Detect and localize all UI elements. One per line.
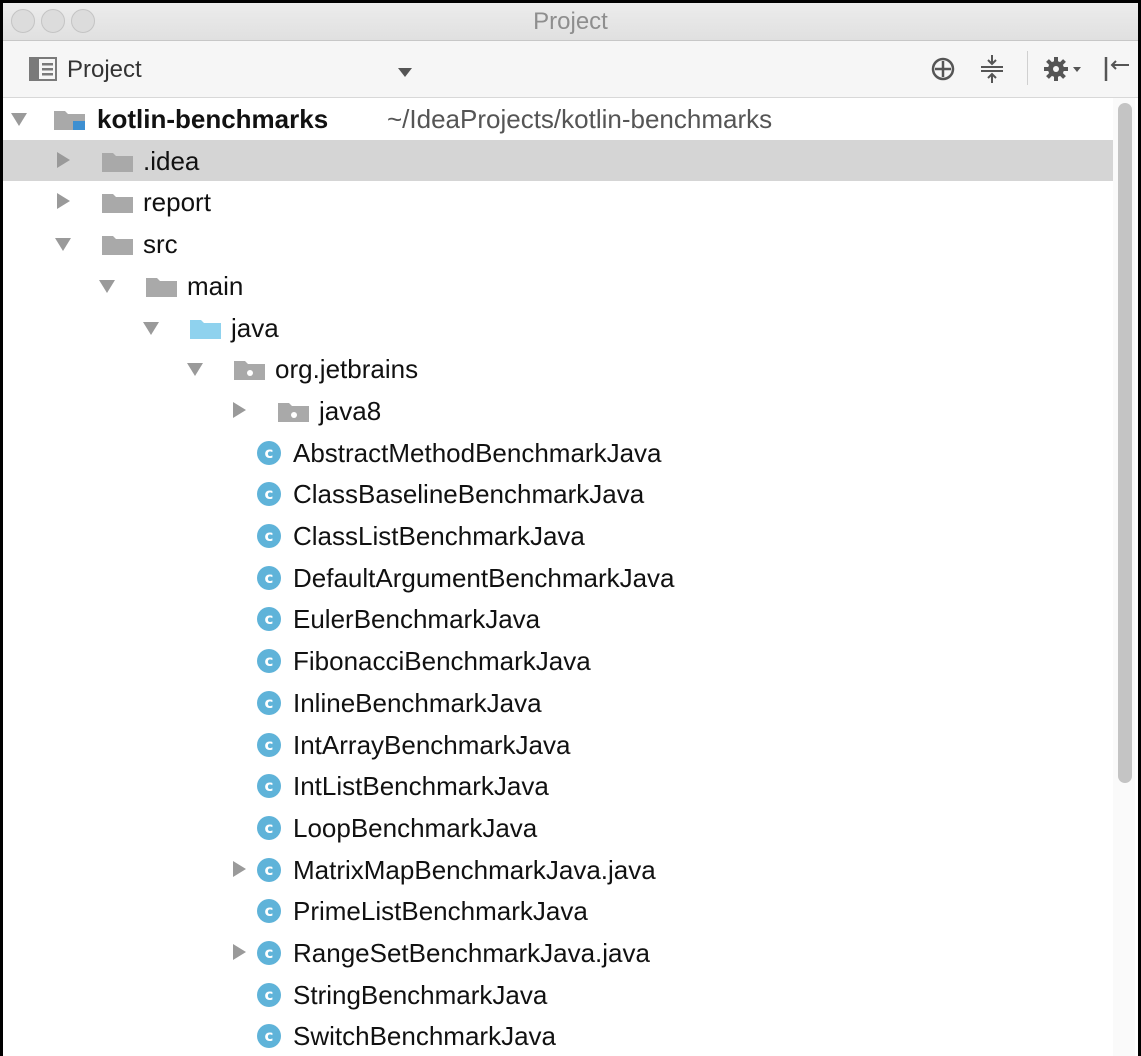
expand-arrow-icon[interactable] <box>11 113 27 126</box>
tree-folder-row[interactable]: java8 <box>3 390 1114 431</box>
expand-arrow-icon[interactable] <box>233 401 246 418</box>
class-icon: c <box>257 941 281 965</box>
toolbar-separator <box>1027 51 1028 85</box>
dropdown-arrow-icon[interactable] <box>398 68 412 77</box>
class-icon: c <box>257 1024 281 1049</box>
tree-item-label: ClassBaselineBenchmarkJava <box>293 479 645 510</box>
locate-icon[interactable] <box>930 56 956 82</box>
title-bar: Project <box>3 3 1138 41</box>
tree-item-label: IntArrayBenchmarkJava <box>293 729 571 760</box>
module-folder-icon <box>54 111 85 130</box>
collapse-arrow-icon[interactable] <box>99 279 115 293</box>
tree-root-row[interactable]: kotlin-benchmarks ~/IdeaProjects/kotlin-… <box>3 98 1114 139</box>
class-icon: c <box>257 899 281 924</box>
tree-class-row[interactable]: c ClassListBenchmarkJava <box>3 515 1114 556</box>
folder-icon <box>102 152 133 172</box>
tree-class-row[interactable]: c RangeSetBenchmarkJava.java <box>3 932 1114 973</box>
tree-item-label: FibonacciBenchmarkJava <box>293 646 591 677</box>
folder-icon <box>102 236 133 256</box>
scrollbar-thumb[interactable] <box>1118 103 1132 783</box>
tree-folder-row[interactable]: report <box>3 181 1114 222</box>
collapse-arrow-icon[interactable] <box>55 238 71 252</box>
class-icon: c <box>257 774 281 799</box>
tree-item-label: IntListBenchmarkJava <box>293 771 549 802</box>
tree-class-row[interactable]: c EulerBenchmarkJava <box>3 598 1114 639</box>
tree-item-label: ClassListBenchmarkJava <box>293 521 585 551</box>
root-module-name: kotlin-benchmarks <box>97 104 329 134</box>
class-icon: c <box>257 690 281 715</box>
expand-arrow-icon[interactable] <box>57 193 70 210</box>
tree-item-label: MatrixMapBenchmarkJava.java <box>293 854 656 885</box>
expand-arrow-icon[interactable] <box>233 944 246 960</box>
tree-item-label: DefaultArgumentBenchmarkJava <box>293 562 675 593</box>
class-icon: c <box>257 649 281 674</box>
toolbar: Project <box>3 41 1138 98</box>
tree-item-label: SwitchBenchmarkJava <box>293 1021 556 1052</box>
expand-arrow-icon[interactable] <box>233 860 246 877</box>
package-icon <box>278 402 309 422</box>
tree-item-label: InlineBenchmarkJava <box>293 687 542 718</box>
tree-folder-row[interactable]: src <box>3 223 1114 264</box>
tree-item-label: PrimeListBenchmarkJava <box>293 896 588 927</box>
tree-class-row[interactable]: c SwitchBenchmarkJava <box>3 1015 1114 1056</box>
project-view-icon <box>29 57 57 81</box>
tree-item-label: StringBenchmarkJava <box>293 979 548 1010</box>
tree-class-row[interactable]: c LoopBenchmarkJava <box>3 807 1114 848</box>
tree-item-label: report <box>143 187 211 218</box>
tree-folder-row[interactable]: main <box>3 265 1114 306</box>
tree-item-label: src <box>143 229 178 260</box>
root-module-path: ~/IdeaProjects/kotlin-benchmarks <box>387 104 773 134</box>
tree-class-row[interactable]: c PrimeListBenchmarkJava <box>3 890 1114 931</box>
tree-class-row[interactable]: c ClassBaselineBenchmarkJava <box>3 473 1114 514</box>
class-icon: c <box>257 440 281 465</box>
class-icon: c <box>257 815 281 840</box>
package-icon <box>234 361 265 381</box>
tree-class-row[interactable]: c AbstractMethodBenchmarkJava <box>3 432 1114 473</box>
tree-class-row[interactable]: c IntListBenchmarkJava <box>3 765 1114 806</box>
class-icon: c <box>257 607 281 632</box>
tree-item-label: RangeSetBenchmarkJava.java <box>293 938 650 968</box>
tree-item-label: LoopBenchmarkJava <box>293 812 538 843</box>
project-tool-window: Project Project kotlin-benchmarks ~/Idea… <box>0 0 1141 1056</box>
tree-folder-row[interactable]: .idea <box>3 139 1114 181</box>
project-tree[interactable]: kotlin-benchmarks ~/IdeaProjects/kotlin-… <box>3 98 1114 1056</box>
class-icon: c <box>257 524 281 548</box>
tree-item-label: main <box>187 270 244 301</box>
tree-class-row[interactable]: c DefaultArgumentBenchmarkJava <box>3 557 1114 598</box>
tree-item-label: EulerBenchmarkJava <box>293 604 541 635</box>
hide-panel-icon[interactable] <box>1103 55 1131 83</box>
tree-class-row[interactable]: c StringBenchmarkJava <box>3 974 1114 1015</box>
folder-icon <box>146 277 177 297</box>
tree-folder-row[interactable]: java <box>3 307 1114 348</box>
window-title: Project <box>533 8 608 35</box>
tree-item-label: java8 <box>319 395 382 426</box>
tree-class-row[interactable]: c InlineBenchmarkJava <box>3 682 1114 723</box>
source-folder-icon <box>190 319 221 339</box>
tree-class-row[interactable]: c MatrixMapBenchmarkJava.java <box>3 849 1114 890</box>
tree-class-row[interactable]: c IntArrayBenchmarkJava <box>3 724 1114 765</box>
class-icon: c <box>257 982 281 1007</box>
tree-item-label: AbstractMethodBenchmarkJava <box>293 437 662 468</box>
class-icon: c <box>257 565 281 590</box>
tree-class-row[interactable]: c FibonacciBenchmarkJava <box>3 640 1114 681</box>
folder-icon <box>102 194 133 214</box>
collapse-all-icon[interactable] <box>979 54 1005 84</box>
view-selector[interactable]: Project <box>67 56 142 84</box>
tree-folder-row[interactable]: org.jetbrains <box>3 348 1114 389</box>
tree-item-label: java <box>231 312 279 343</box>
class-icon: c <box>257 482 281 507</box>
expand-arrow-icon[interactable] <box>57 151 70 168</box>
class-icon: c <box>257 857 281 882</box>
settings-icon[interactable] <box>1043 55 1083 83</box>
collapse-arrow-icon[interactable] <box>187 363 203 377</box>
class-icon: c <box>257 732 281 757</box>
tree-item-label: org.jetbrains <box>275 354 419 385</box>
collapse-arrow-icon[interactable] <box>143 321 159 335</box>
tree-item-label: .idea <box>143 145 200 176</box>
